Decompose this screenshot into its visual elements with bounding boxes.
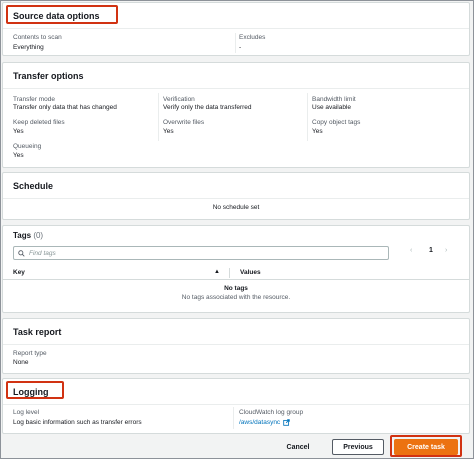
pager-prev-icon[interactable]: ‹ — [410, 247, 412, 254]
logging-panel: Logging Log level Log basic information … — [2, 378, 470, 434]
transfer-options-panel: Transfer options Transfer mode Transfer … — [2, 62, 470, 168]
logging-highlight — [6, 381, 64, 399]
excludes-value: - — [239, 44, 242, 51]
find-tags-search[interactable] — [13, 246, 389, 260]
keep-deleted-files-value: Yes — [13, 128, 24, 135]
tags-title: Tags — [13, 231, 32, 240]
divider — [233, 407, 234, 429]
log-group-text: /aws/datasync — [239, 419, 281, 427]
external-link-icon — [283, 419, 290, 426]
divider — [235, 33, 236, 53]
contents-to-scan-label: Contents to scan — [13, 34, 62, 41]
tags-header: Tags (0) — [13, 231, 43, 240]
transfer-mode-label: Transfer mode — [13, 96, 56, 103]
no-tags-description: No tags associated with the resource. — [181, 294, 291, 301]
overwrite-files-label: Overwrite files — [163, 119, 205, 126]
column-divider — [229, 268, 230, 278]
excludes-label: Excludes — [239, 34, 266, 41]
cloudwatch-log-group-label: CloudWatch log group — [239, 409, 304, 416]
keep-deleted-files-label: Keep deleted files — [13, 119, 65, 126]
log-level-label: Log level — [13, 409, 40, 416]
search-icon — [18, 249, 25, 257]
schedule-panel: Schedule No schedule set — [2, 172, 470, 220]
tags-count: (0) — [33, 231, 44, 240]
report-type-label: Report type — [13, 350, 47, 357]
previous-button[interactable]: Previous — [332, 439, 384, 455]
task-report-panel: Task report Report type None — [2, 318, 470, 374]
schedule-empty-text: No schedule set — [212, 204, 260, 211]
cancel-button[interactable]: Cancel — [276, 439, 320, 455]
bandwidth-limit-label: Bandwidth limit — [312, 96, 356, 103]
logging-header: Logging — [3, 379, 469, 405]
sort-ascending-icon[interactable]: ▲ — [214, 269, 220, 275]
task-report-header: Task report — [3, 319, 469, 345]
copy-object-tags-label: Copy object tags — [312, 119, 361, 126]
task-report-title: Task report — [13, 326, 62, 337]
tags-panel: Tags (0) ‹ 1 › Key ▲ Values No tags No t… — [2, 225, 470, 313]
find-tags-input[interactable] — [29, 249, 369, 257]
no-tags-title: No tags — [224, 285, 248, 292]
source-data-options-highlight — [6, 5, 118, 24]
report-type-value: None — [13, 359, 29, 366]
verification-value: Verify only the data transferred — [163, 104, 252, 111]
verification-label: Verification — [163, 96, 195, 103]
transfer-mode-value: Transfer only data that has changed — [13, 104, 117, 111]
schedule-header: Schedule — [3, 173, 469, 199]
create-task-button[interactable]: Create task — [394, 439, 458, 455]
transfer-options-title: Transfer options — [13, 70, 84, 81]
transfer-options-header: Transfer options — [3, 63, 469, 89]
divider — [158, 93, 159, 141]
cloudwatch-log-group-link[interactable]: /aws/datasync — [239, 419, 290, 426]
bandwidth-limit-value: Use available — [312, 104, 352, 111]
tags-table-header: Key ▲ Values — [3, 266, 469, 280]
column-values[interactable]: Values — [240, 269, 261, 276]
overwrite-files-value: Yes — [163, 128, 174, 135]
pager-page-number[interactable]: 1 — [429, 247, 433, 254]
contents-to-scan-value: Everything — [13, 44, 44, 51]
divider — [307, 93, 308, 141]
queueing-label: Queueing — [13, 143, 42, 150]
queueing-value: Yes — [13, 152, 24, 159]
log-level-value: Log basic information such as transfer e… — [13, 419, 142, 426]
schedule-title: Schedule — [13, 180, 54, 191]
column-key[interactable]: Key — [13, 269, 25, 276]
copy-object-tags-value: Yes — [312, 128, 323, 135]
pager-next-icon[interactable]: › — [445, 247, 447, 254]
